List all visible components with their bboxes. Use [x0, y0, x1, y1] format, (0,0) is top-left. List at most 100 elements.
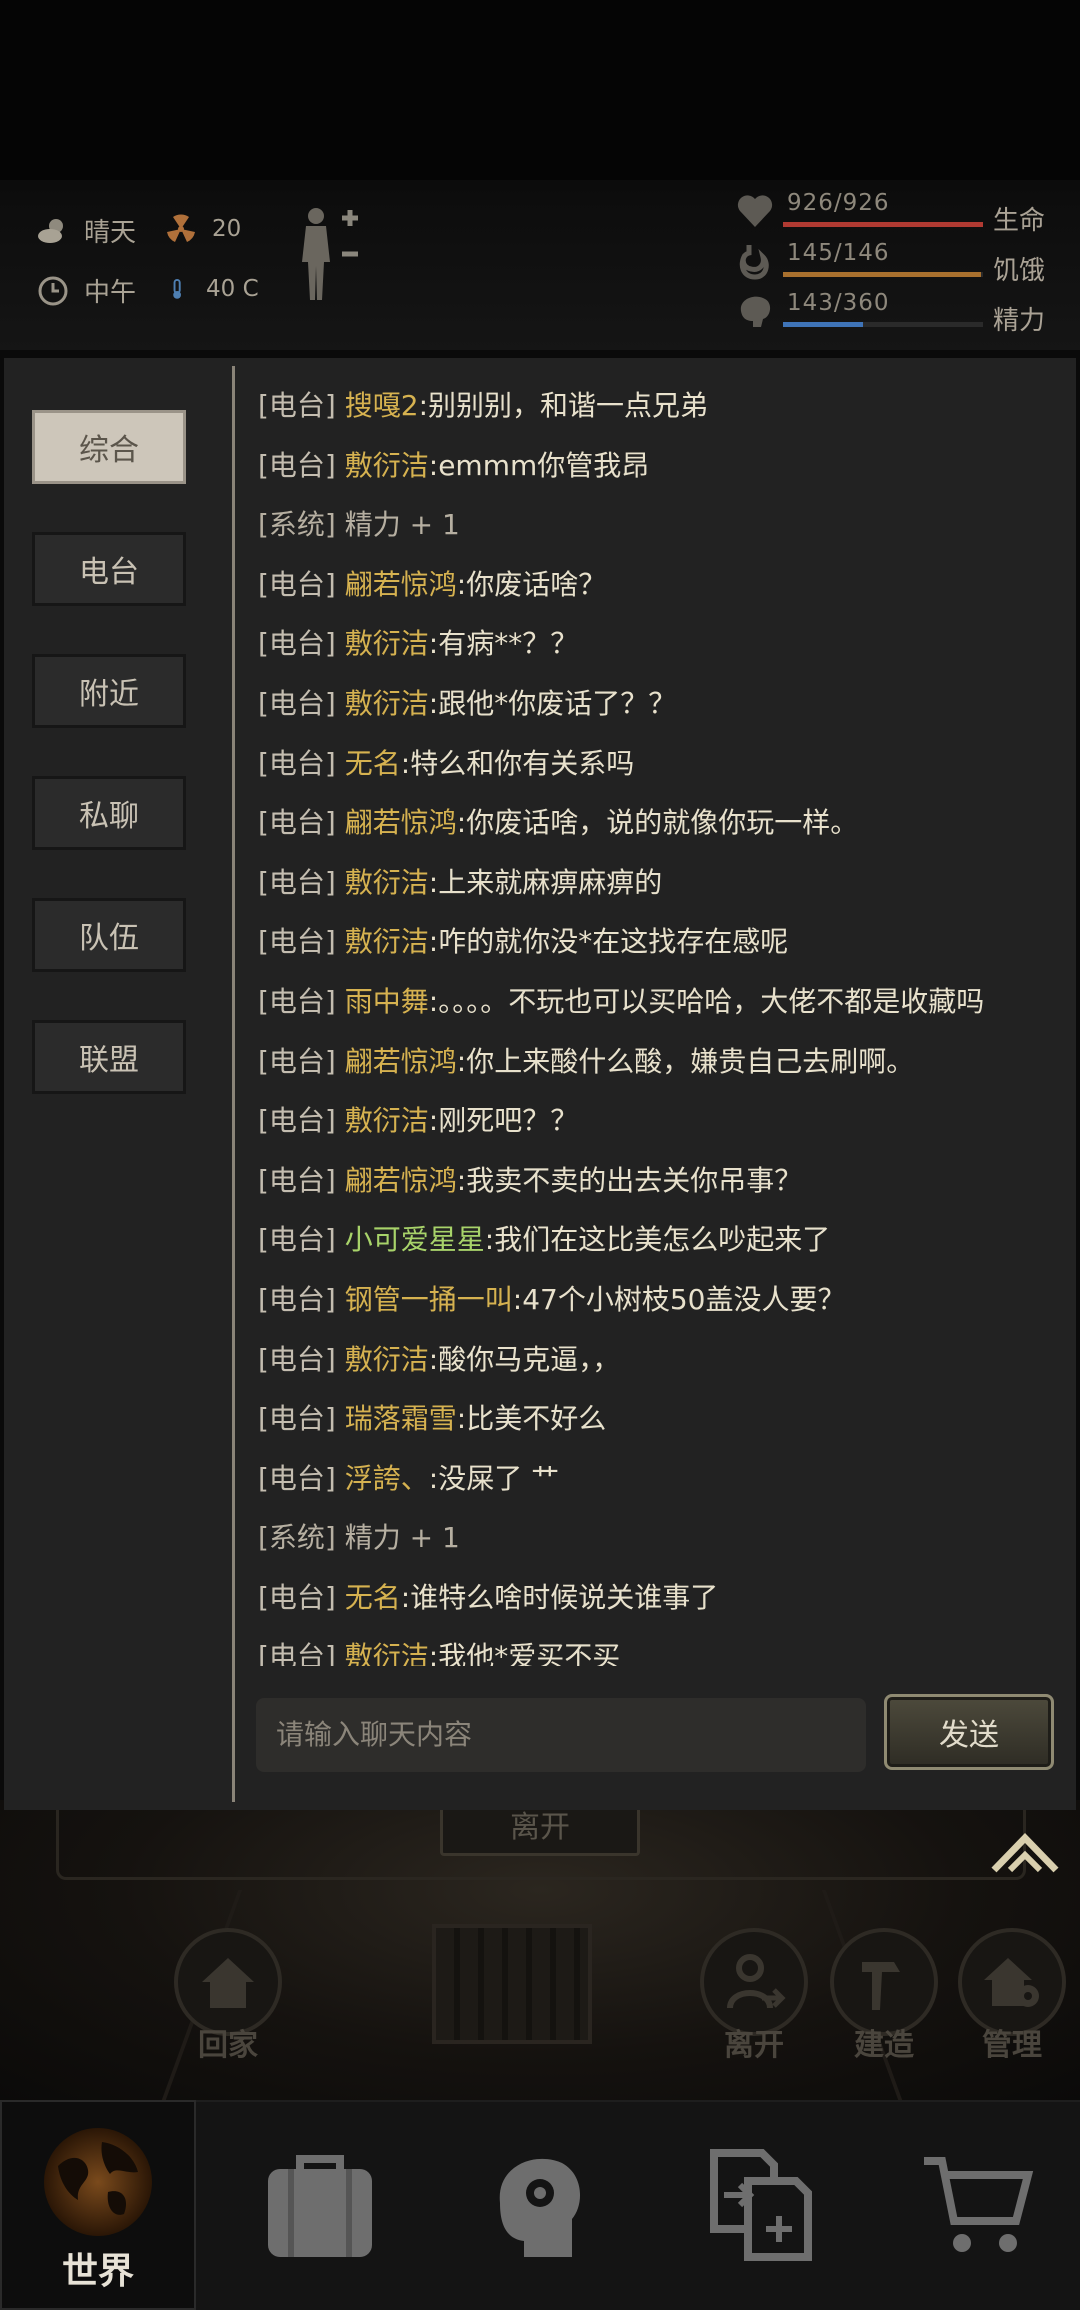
message-sender[interactable]: 翩若惊鸿	[345, 568, 457, 601]
message-channel-tag: [电台]	[258, 627, 345, 661]
chat-message: [电台] 翩若惊鸿:我卖不卖的出去关你吊事？	[258, 1151, 1068, 1211]
message-sender[interactable]: 浮誇、	[345, 1462, 429, 1495]
message-text: 精力 + 1	[344, 508, 460, 542]
message-channel-tag: [电台]	[258, 865, 345, 899]
build-label: 建造	[854, 2028, 914, 2063]
leave-icon	[727, 1954, 786, 2009]
message-channel-tag: [电台]	[258, 448, 345, 482]
message-text: :谁特么啥时候说关谁事了	[400, 1580, 719, 1614]
radiation-value: 20	[212, 216, 242, 242]
nav-world[interactable]: 世界	[0, 2100, 196, 2310]
nav-backpack[interactable]	[250, 2100, 390, 2310]
top-empty-area	[0, 0, 1080, 180]
message-text: :你上来酸什么酸，嫌贵自己去刷啊。	[456, 1044, 915, 1078]
message-sender[interactable]: 无名	[345, 1581, 401, 1614]
message-sender[interactable]: 敷衍洁	[345, 449, 429, 482]
hunger-label: 饥饿	[993, 256, 1046, 286]
message-channel-tag: [系统]	[258, 508, 345, 542]
nav-trade[interactable]	[690, 2100, 830, 2310]
message-sender[interactable]: 敷衍洁	[345, 627, 429, 660]
message-channel-tag: [电台]	[258, 686, 345, 720]
message-sender[interactable]: 翩若惊鸿	[345, 806, 457, 839]
tab-radio[interactable]: 电台	[32, 532, 186, 606]
hammer-icon	[862, 1962, 900, 2010]
send-button[interactable]: 发送	[884, 1694, 1054, 1770]
message-channel-tag: [电台]	[258, 389, 345, 422]
message-text: :跟他*你废话了？？	[428, 686, 677, 720]
chat-message: [电台] 敷衍洁:跟他*你废话了？？	[258, 674, 1068, 734]
message-text: :刚死吧？？	[428, 1104, 579, 1138]
message-sender[interactable]: 翩若惊鸿	[345, 1164, 457, 1197]
message-sender[interactable]: 敷衍洁	[345, 1343, 429, 1376]
energy-label: 精力	[993, 306, 1046, 336]
leave-label: 离开	[724, 2028, 784, 2063]
temperature-text: 40 C	[206, 276, 259, 302]
tab-general[interactable]: 综合	[32, 410, 186, 484]
thermometer-icon	[173, 278, 181, 299]
message-text: :emmm你管我昂	[428, 448, 650, 482]
message-channel-tag: [电台]	[258, 1282, 345, 1316]
message-sender[interactable]: 敷衍洁	[345, 1104, 429, 1137]
chat-input[interactable]: 请输入聊天内容	[256, 1698, 866, 1772]
nav-shop[interactable]	[910, 2100, 1050, 2310]
message-text: :有病**？？	[428, 627, 579, 661]
chat-message: [电台] 敷衍洁:咋的就你没*在这找存在感呢	[258, 912, 1068, 972]
message-sender[interactable]: 翩若惊鸿	[345, 1045, 457, 1078]
chat-message: [电台] 搜嘎2:别别别，和谐一点兄弟	[258, 376, 1068, 436]
health-label: 生命	[993, 206, 1046, 236]
hunger-bar	[783, 272, 983, 277]
message-text: :你废话啥？	[456, 567, 607, 601]
chat-message: [电台] 瑞落霜雪:比美不好么	[258, 1389, 1068, 1449]
clock-icon	[38, 276, 68, 305]
message-sender[interactable]: 敷衍洁	[345, 925, 429, 958]
message-text: :比美不好么	[456, 1402, 607, 1436]
tab-alliance[interactable]: 联盟	[32, 1020, 186, 1094]
message-sender[interactable]: 瑞落霜雪	[345, 1402, 457, 1435]
weather-text: 晴天	[84, 218, 137, 248]
chat-divider	[232, 366, 235, 1802]
chat-message: [电台] 浮誇、:没屎了 艹	[258, 1449, 1068, 1509]
message-channel-tag: [电台]	[258, 925, 345, 959]
message-sender[interactable]: 敷衍洁	[345, 1640, 429, 1666]
chat-message: [电台] 小可爱星星:我们在这比美怎么吵起来了	[258, 1210, 1068, 1270]
home-icon	[202, 1958, 254, 2008]
exchange-icon	[710, 2149, 812, 2261]
world-globe-icon	[44, 2128, 152, 2236]
weather-status: 晴天	[36, 212, 136, 249]
message-sender[interactable]: 雨中舞	[345, 985, 429, 1018]
message-channel-tag: [系统]	[258, 1521, 345, 1555]
chevron-up-icon[interactable]	[990, 1830, 1060, 1874]
message-sender[interactable]: 小可爱星星	[345, 1223, 485, 1256]
brain-icon	[740, 296, 771, 327]
chat-message-list[interactable]: [电台] 搜嘎2:别别别，和谐一点兄弟 [电台] 敷衍洁:emmm你管我昂 [系统]…	[258, 376, 1068, 1666]
vitals-panel: 926/926 生命 145/146 饥饿 143/360 精力	[735, 186, 1065, 336]
health-value: 926/926	[787, 190, 890, 216]
message-channel-tag: [电台]	[258, 1342, 345, 1376]
message-channel-tag: [电台]	[258, 1163, 345, 1197]
tab-private[interactable]: 私聊	[32, 776, 186, 850]
message-sender[interactable]: 搜嘎2	[345, 389, 419, 422]
chat-message: [电台] 敷衍洁:上来就麻痹麻痹的	[258, 853, 1068, 913]
nav-skills[interactable]	[470, 2100, 610, 2310]
message-sender[interactable]: 敷衍洁	[345, 866, 429, 899]
home-label: 回家	[198, 2028, 258, 2063]
message-sender[interactable]: 无名	[345, 747, 401, 780]
message-channel-tag: [电台]	[258, 567, 345, 601]
gear-house-icon	[984, 1958, 1039, 2007]
tab-team[interactable]: 队伍	[32, 898, 186, 972]
weather-sun-cloud-icon	[38, 218, 63, 243]
time-status: 中午	[36, 272, 136, 309]
message-text: :没屎了 艹	[428, 1461, 560, 1495]
chat-message: [电台] 敷衍洁:我他*爱买不买	[258, 1627, 1068, 1666]
message-sender[interactable]: 钢管一捅一叫	[345, 1283, 513, 1316]
message-channel-tag: [电台]	[258, 1104, 345, 1138]
message-channel-tag: [电台]	[258, 1580, 345, 1614]
message-channel-tag: [电台]	[258, 1640, 345, 1666]
message-sender[interactable]: 敷衍洁	[345, 687, 429, 720]
message-channel-tag: [电台]	[258, 1223, 345, 1257]
message-text: :别别别，和谐一点兄弟	[418, 389, 709, 422]
tab-nearby[interactable]: 附近	[32, 654, 186, 728]
time-text: 中午	[84, 278, 137, 308]
body-status-icon[interactable]	[298, 204, 362, 304]
chat-message: [电台] 敷衍洁:刚死吧？？	[258, 1091, 1068, 1151]
